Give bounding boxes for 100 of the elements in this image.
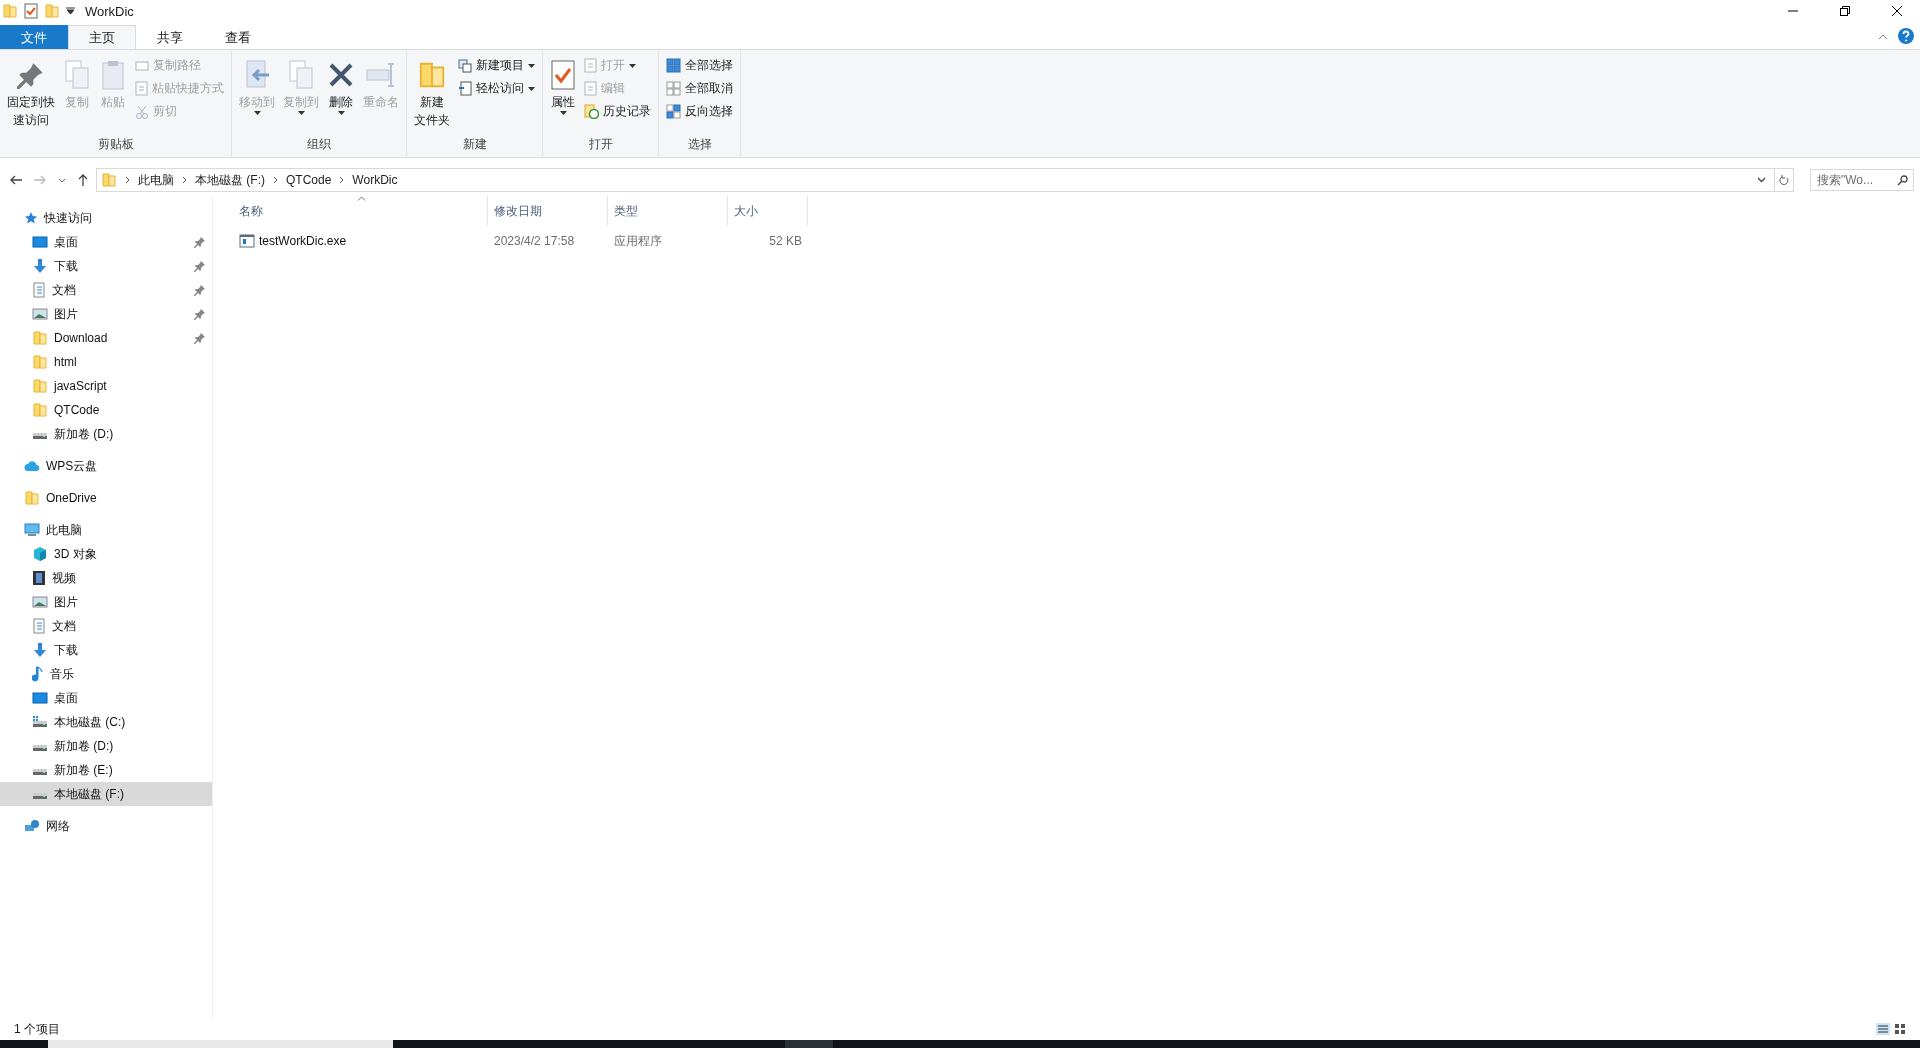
picture-icon xyxy=(32,307,48,321)
folder-icon xyxy=(32,354,48,370)
ribbon-button[interactable]: 属性 xyxy=(547,53,579,135)
collapse-ribbon-icon xyxy=(1878,34,1888,40)
sidebar-item[interactable]: 桌面 xyxy=(0,686,212,710)
pin-icon xyxy=(194,284,206,296)
item-count: 1 个项目 xyxy=(14,1020,60,1038)
star-icon xyxy=(24,211,38,225)
button-label: 复制 xyxy=(65,94,89,111)
document-icon xyxy=(458,81,472,96)
ribbon-tab[interactable]: 共享 xyxy=(136,25,204,49)
document-icon xyxy=(135,81,148,96)
address-bar[interactable]: 此电脑 本地磁盘 (F:) QTCode WorkDic xyxy=(96,168,1794,192)
caret-icon xyxy=(253,111,261,115)
caret-icon xyxy=(559,111,567,115)
up-arrow-icon xyxy=(78,174,88,186)
breadcrumb[interactable]: WorkDic xyxy=(352,173,398,187)
ribbon-tab[interactable]: 查看 xyxy=(204,25,272,49)
sidebar-item[interactable]: javaScript xyxy=(0,374,212,398)
ribbon-button[interactable]: 删除 xyxy=(324,53,358,135)
dropdown-icon xyxy=(1757,177,1766,183)
folder-icon xyxy=(24,490,40,506)
sidebar-item[interactable]: html xyxy=(0,350,212,374)
drive-icon xyxy=(32,715,48,729)
sidebar-item[interactable]: 3D 对象 xyxy=(0,542,212,566)
copy-icon xyxy=(63,59,91,91)
button-label: 复制到 xyxy=(283,94,319,111)
sidebar-item[interactable]: OneDrive xyxy=(0,486,212,510)
large-icons-view-icon[interactable] xyxy=(1894,1023,1906,1035)
ribbon-button[interactable]: 新建项目 xyxy=(455,55,538,76)
network-icon xyxy=(24,819,40,833)
caret-icon xyxy=(629,63,636,68)
copy-icon xyxy=(287,59,315,91)
sidebar-item[interactable]: 本地磁盘 (C:) xyxy=(0,710,212,734)
button-label: 删除 xyxy=(329,94,353,111)
checklist-icon xyxy=(24,3,38,19)
application-icon xyxy=(239,234,255,248)
sidebar-item[interactable]: 视频 xyxy=(0,566,212,590)
close-icon xyxy=(1892,6,1902,16)
selection-grid-icon xyxy=(666,104,681,119)
desktop-icon xyxy=(32,235,48,249)
sidebar-item[interactable]: 本地磁盘 (F:) xyxy=(0,782,212,806)
sidebar-item[interactable]: 文档 xyxy=(0,278,212,302)
sidebar-item[interactable]: 新加卷 (D:) xyxy=(0,734,212,758)
film-icon xyxy=(32,570,46,586)
sidebar-item[interactable]: 此电脑 xyxy=(0,518,212,542)
ribbon-button[interactable]: 反向选择 xyxy=(663,101,736,122)
move-icon xyxy=(243,59,271,91)
column-header[interactable]: 修改日期 xyxy=(488,196,608,226)
refresh-icon xyxy=(1779,174,1789,186)
window-title: WorkDic xyxy=(85,3,135,19)
new-item-icon xyxy=(458,58,472,73)
ribbon-button[interactable]: 新建 文件夹 xyxy=(411,53,453,135)
picture-icon xyxy=(32,595,48,609)
sidebar-item[interactable]: 网络 xyxy=(0,814,212,838)
ribbon-button[interactable]: 固定到快 速访问 xyxy=(4,53,58,135)
sidebar-item[interactable]: 新加卷 (E:) xyxy=(0,758,212,782)
group-label: 剪贴板 xyxy=(96,136,135,153)
cube-icon xyxy=(32,546,48,562)
search-field[interactable]: 搜索"Wo... xyxy=(1810,169,1914,191)
ribbon-tab[interactable]: 主页 xyxy=(68,25,136,49)
column-header[interactable]: 大小 xyxy=(728,196,808,226)
button-label: 新建 文件夹 xyxy=(414,94,450,129)
folder-icon xyxy=(32,378,48,394)
ribbon-button[interactable]: 历史记录 xyxy=(581,101,654,122)
ribbon-button[interactable]: 轻松访问 xyxy=(455,78,538,99)
sidebar-item[interactable]: QTCode xyxy=(0,398,212,422)
group-label: 新建 xyxy=(461,136,488,153)
desktop-icon xyxy=(32,691,48,705)
ribbon-button[interactable]: 全部取消 xyxy=(663,78,736,99)
chevron-icon xyxy=(125,176,130,184)
ribbon-button[interactable]: 全部选择 xyxy=(663,55,736,76)
column-header[interactable]: 类型 xyxy=(608,196,728,226)
folder-icon xyxy=(101,172,117,188)
folder-icon xyxy=(2,3,18,19)
document-icon xyxy=(584,58,597,73)
ribbon-tab[interactable]: 文件 xyxy=(0,25,68,49)
sidebar-item[interactable]: WPS云盘 xyxy=(0,454,212,478)
back-arrow-icon xyxy=(10,175,22,185)
sidebar-item[interactable]: 下载 xyxy=(0,638,212,662)
sidebar-item[interactable]: 文档 xyxy=(0,614,212,638)
breadcrumb[interactable]: 此电脑 xyxy=(138,171,174,189)
sidebar-item[interactable]: 图片 xyxy=(0,590,212,614)
download-arrow-icon xyxy=(32,258,48,274)
folder-icon xyxy=(44,3,60,19)
chevron-icon xyxy=(273,176,278,184)
sidebar-item[interactable]: 快速访问 xyxy=(0,206,212,230)
file-name[interactable]: testWorkDic.exe xyxy=(233,234,488,248)
sidebar-item[interactable]: 新加卷 (D:) xyxy=(0,422,212,446)
sidebar-item[interactable]: 下载 xyxy=(0,254,212,278)
breadcrumb[interactable]: 本地磁盘 (F:) xyxy=(195,171,265,189)
checklist-icon xyxy=(550,59,576,91)
sidebar-item[interactable]: Download xyxy=(0,326,212,350)
chevron-icon xyxy=(339,176,345,184)
sidebar-item[interactable]: 音乐 xyxy=(0,662,212,686)
sidebar-item[interactable]: 图片 xyxy=(0,302,212,326)
column-header[interactable]: 名称 xyxy=(233,196,488,226)
modified-date: 2023/4/2 17:58 xyxy=(493,234,576,248)
breadcrumb[interactable]: QTCode xyxy=(286,173,332,187)
sidebar-item[interactable]: 桌面 xyxy=(0,230,212,254)
